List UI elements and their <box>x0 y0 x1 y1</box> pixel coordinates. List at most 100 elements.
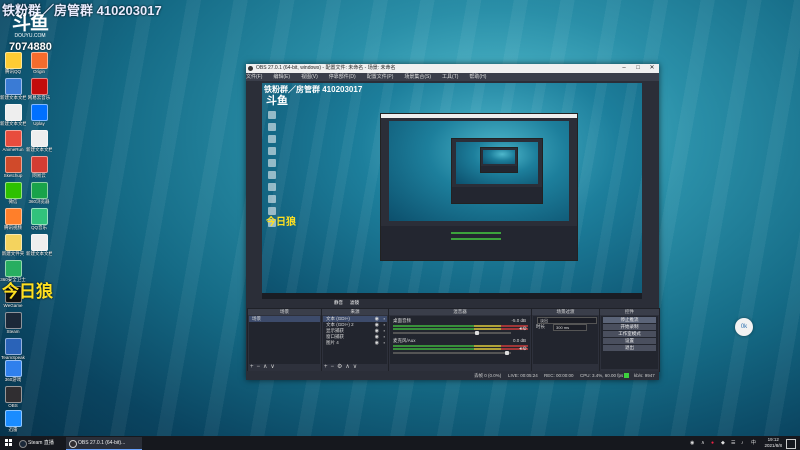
app-icon <box>4 386 22 403</box>
volume-fader[interactable] <box>393 351 511 355</box>
minimize-icon[interactable]: – <box>617 64 631 73</box>
maximize-icon[interactable]: □ <box>631 64 645 73</box>
control-button[interactable]: 停止推流 <box>603 317 656 323</box>
desktop-icon[interactable]: 微信 <box>0 182 26 205</box>
transition-duration-input[interactable]: 300 ms <box>553 324 587 331</box>
nested-preview-3 <box>483 150 515 164</box>
app-icon <box>4 338 22 355</box>
volume-fader-knob[interactable] <box>505 351 509 355</box>
desktop-icon[interactable]: 360游戏 <box>0 360 26 383</box>
desktop-icon[interactable]: Sketchup <box>0 156 26 179</box>
windows-taskbar: Steam 直播 OBS 27.0.1 (64-bit)... ◉ ∧ ● ◆ … <box>0 436 800 450</box>
control-button[interactable]: 开始录制 <box>603 324 656 330</box>
scenes-dock-footer[interactable]: +−∧∨ <box>250 364 278 371</box>
preview-toolbar-mute[interactable]: 静音 <box>334 299 343 307</box>
app-icon <box>4 312 22 329</box>
app-icon <box>30 234 48 251</box>
tray-chevron-icon[interactable]: ∧ <box>701 436 705 450</box>
taskbar-item-obs[interactable]: OBS 27.0.1 (64-bit)... <box>66 437 142 450</box>
tray-app2-icon[interactable]: ◆ <box>721 436 725 450</box>
volume-meter <box>393 328 528 330</box>
desktop-icon[interactable]: OBS <box>0 386 26 409</box>
menu-item[interactable]: 编辑(E) <box>273 74 290 80</box>
desktop-icon[interactable]: Origin <box>26 52 52 75</box>
desktop-icon[interactable]: 腾讯QQ <box>0 52 26 75</box>
network-icon[interactable]: ◉ <box>690 436 694 450</box>
desktop-icon[interactable]: AnimeRun <box>0 130 26 153</box>
nested-obs-capture-2 <box>451 138 543 204</box>
menu-item[interactable]: 帮助(H) <box>469 74 486 80</box>
desktop-icon[interactable]: 360浏览器 <box>26 182 52 205</box>
volume-fader-knob[interactable] <box>475 331 479 335</box>
ime-icon[interactable]: 中 <box>751 436 756 450</box>
obs-window: OBS 27.0.1 (64-bit, windows) - 配置文件: 未命名… <box>246 64 660 380</box>
sources-dock-footer[interactable]: +−⚙∧∨ <box>324 364 360 371</box>
desktop-icon[interactable]: 新建文本文档 <box>0 78 26 101</box>
desktop-icon[interactable]: 腾讯视频 <box>0 208 26 231</box>
obs-preview[interactable]: 铁粉群／房管群 410203017 斗鱼 今日狼 <box>262 83 642 299</box>
mixer-dock-title: 混音器 <box>389 309 531 315</box>
desktop-icon-label: 新建文本文档 <box>26 251 52 256</box>
control-button[interactable]: 设置 <box>603 338 656 344</box>
desktop-icon-label: QQ音乐 <box>30 225 47 230</box>
desktop-icon[interactable]: 新建文本文档 <box>0 104 26 127</box>
speaker-icon[interactable]: 🔊︎⚙ <box>519 346 527 352</box>
tray-app-icon[interactable]: ● <box>711 436 714 450</box>
menu-item[interactable]: 停靠部件(D) <box>329 74 356 80</box>
control-button[interactable]: 退出 <box>603 345 656 351</box>
speaker-icon[interactable]: 🔊︎⚙ <box>519 326 527 332</box>
windows-start-icon[interactable] <box>5 439 13 447</box>
volume-meter <box>393 325 528 327</box>
nested-obs-capture-3 <box>480 147 518 173</box>
desktop-icon[interactable]: 新建文本文档 <box>26 130 52 153</box>
desktop-icon[interactable]: 网易云 <box>26 156 52 179</box>
eye-icon[interactable]: ◉ <box>375 340 379 346</box>
source-item[interactable]: 图片 4 ◉ ▪ <box>323 340 387 346</box>
douyu-logo-text: 斗鱼 <box>11 12 49 34</box>
app-icon <box>30 208 48 225</box>
control-button[interactable]: 工作室模式 <box>603 331 656 337</box>
notification-icon[interactable] <box>786 439 796 449</box>
app-icon <box>4 182 22 199</box>
nested-titlebar <box>381 114 577 118</box>
taskbar-item-label: Steam 直播 <box>28 440 54 446</box>
desktop-icon-label: 新建文件夹 <box>1 251 25 256</box>
volume-fader[interactable] <box>393 331 511 335</box>
desktop-icon[interactable]: QQ音乐 <box>26 208 52 231</box>
menu-item[interactable]: 视图(V) <box>301 74 318 80</box>
scenes-dock-title: 场景 <box>248 309 321 315</box>
transitions-dock-title: 场景过渡 <box>532 309 599 315</box>
app-icon <box>4 208 22 225</box>
desktop-icon[interactable]: 新建文件夹 <box>0 234 26 257</box>
obs-statusbar: 丢帧 0 (0.0%) LIVE: 00:05:24 REC: 00:00:00… <box>246 371 659 380</box>
app-icon <box>30 130 48 147</box>
menu-item[interactable]: 场景集合(S) <box>404 74 431 80</box>
preview-toolbar-filters[interactable]: 滤镜 <box>350 299 359 307</box>
desktop-icon-label: Origin <box>32 69 45 74</box>
desktop-icon[interactable]: Steam <box>0 312 26 335</box>
menu-item[interactable]: 工具(T) <box>442 74 458 80</box>
wifi-icon[interactable]: ☰ <box>731 436 735 450</box>
desktop-icon[interactable]: TeamSpeak <box>0 338 26 361</box>
desktop-icon[interactable]: Uplay <box>26 104 52 127</box>
desktop-icon-label: Sketchup <box>3 173 23 178</box>
desktop-icon[interactable]: 新建文本文档 <box>26 234 52 257</box>
app-icon <box>4 260 22 277</box>
preview-toolbar: 静音 滤镜 <box>246 299 659 307</box>
menu-item[interactable]: 配置文件(P) <box>367 74 394 80</box>
desktop-icon-label: 360游戏 <box>4 377 22 382</box>
menu-item[interactable]: 文件(F) <box>246 74 262 80</box>
lock-icon[interactable]: ▪ <box>384 340 385 346</box>
volume-icon[interactable]: ♪ <box>741 436 744 450</box>
controls-dock-title: 控件 <box>600 309 659 315</box>
desktop-icon[interactable]: 网易云音乐 <box>26 78 52 101</box>
floating-helper-button[interactable]: 0k <box>735 318 753 336</box>
desktop-icon-label: 迅雷 <box>8 427 18 432</box>
close-icon[interactable]: ✕ <box>645 64 659 73</box>
desktop-icon[interactable]: 迅雷 <box>0 410 26 433</box>
stream-health-indicator <box>624 373 629 378</box>
scene-item[interactable]: 场景 <box>249 316 320 322</box>
scenes-dock: 场景 场景 +−∧∨ <box>247 308 322 372</box>
taskbar-clock[interactable]: 19:12 2021/8/8 <box>764 437 782 449</box>
transitions-body: 淡出 时长 300 ms <box>533 316 598 364</box>
